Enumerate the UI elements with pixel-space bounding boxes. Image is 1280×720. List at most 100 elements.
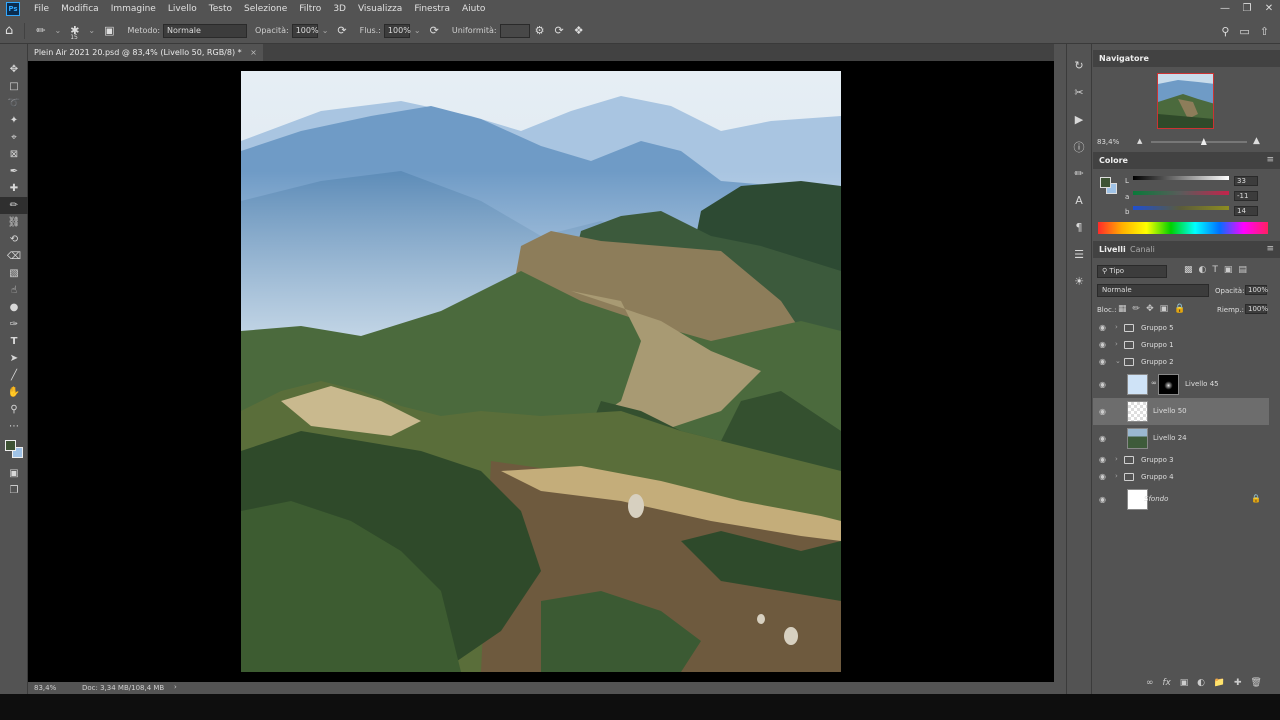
chevron-down-icon[interactable]: ⌄ [88,26,95,35]
gear-icon[interactable]: ⚙ [535,24,545,37]
lock-position-icon[interactable]: ✥ [1146,304,1154,314]
layer-row[interactable]: ◉ › Gruppo 3 [1093,452,1269,469]
lab-b-slider[interactable] [1133,206,1229,210]
layer-row[interactable]: ◉ › Gruppo 4 [1093,469,1269,486]
lab-b-field[interactable]: 14 [1234,206,1258,216]
pressure-size-icon[interactable]: ⟳ [554,24,563,37]
home-icon[interactable]: ⌂ [5,23,13,38]
visibility-eye-icon[interactable]: ◉ [1099,323,1106,332]
menu-3d[interactable]: 3D [327,4,352,14]
color-spectrum-ramp[interactable] [1098,222,1268,234]
lock-brush-icon[interactable]: ✏ [1133,304,1141,314]
menu-visualizza[interactable]: Visualizza [352,4,408,14]
search-icon[interactable]: ⚲ [1221,25,1229,38]
visibility-eye-icon[interactable]: ◉ [1099,472,1106,481]
history-icon[interactable]: ↻ [1067,52,1091,79]
foreground-color-swatch[interactable] [5,440,16,451]
menu-modifica[interactable]: Modifica [55,4,105,14]
adjustments-icon[interactable]: ☰ [1067,241,1091,268]
painting-canvas[interactable] [241,71,841,672]
brush-tool-preset-icon[interactable]: ✏ [36,24,45,37]
layer-row[interactable]: ◉ › Gruppo 1 [1093,337,1269,354]
actions-play-icon[interactable]: ▶ [1067,106,1091,133]
brushes-icon[interactable]: ✏ [1067,160,1091,187]
airbrush-icon[interactable]: ⟳ [430,24,439,37]
layer-filter-select[interactable]: ⚲ Tipo [1097,265,1167,278]
lasso-tool-icon[interactable]: ➰ [0,95,28,112]
visibility-eye-icon[interactable]: ◉ [1099,357,1106,366]
navigator-thumbnail[interactable] [1157,73,1214,129]
layer-row[interactable]: ◉ › Gruppo 5 [1093,320,1269,337]
opacity-field[interactable]: 100% [291,23,319,38]
add-mask-icon[interactable]: ▣ [1180,678,1189,688]
visibility-eye-icon[interactable]: ◉ [1099,495,1106,504]
type-tool-icon[interactable]: T [0,333,28,350]
restore-icon[interactable]: ❐ [1236,0,1258,18]
gradient-tool-icon[interactable]: ▧ [0,265,28,282]
menu-filtro[interactable]: Filtro [293,4,327,14]
history-brush-icon[interactable]: ⟲ [0,231,28,248]
tool-presets-icon[interactable]: ✂ [1067,79,1091,106]
brush-size-icon[interactable]: ✱ 15 [70,24,79,41]
chevron-down-icon[interactable]: ⌄ [414,26,421,35]
healing-tool-icon[interactable]: ✚ [0,180,28,197]
chevron-down-icon[interactable]: ⌄ [1115,357,1121,365]
panel-menu-icon[interactable]: ≡ [1266,241,1274,258]
delete-layer-icon[interactable]: 🗑 [1250,678,1261,688]
brush-tool-icon[interactable]: ✏ [0,197,28,214]
menu-immagine[interactable]: Immagine [105,4,162,14]
screen-mode-icon[interactable]: ❐ [0,482,28,499]
layer-style-icon[interactable]: fx [1162,678,1171,688]
chevron-right-icon[interactable]: › [1115,472,1118,480]
filter-shape-icon[interactable]: ▣ [1224,265,1233,275]
chevron-right-icon[interactable]: › [1115,455,1118,463]
link-layers-icon[interactable]: ∞ [1146,678,1154,688]
filter-smart-icon[interactable]: ▤ [1238,265,1247,275]
quick-mask-icon[interactable]: ▣ [0,465,28,482]
chevron-right-icon[interactable]: › [1115,340,1118,348]
flow-field[interactable]: 100% [383,23,411,38]
lock-artboard-icon[interactable]: ▣ [1160,304,1169,314]
filter-type-icon[interactable]: T [1212,265,1218,275]
visibility-eye-icon[interactable]: ◉ [1099,434,1106,443]
visibility-eye-icon[interactable]: ◉ [1099,380,1106,389]
zoom-in-icon[interactable]: ▲ [1253,136,1260,146]
visibility-eye-icon[interactable]: ◉ [1099,455,1106,464]
styles-icon[interactable]: ☀ [1067,268,1091,295]
menu-testo[interactable]: Testo [203,4,238,14]
navigator-zoom-value[interactable]: 83,4% [1097,138,1119,146]
line-tool-icon[interactable]: ╱ [0,367,28,384]
stamp-tool-icon[interactable]: ⛓ [0,214,28,231]
layer-mask-thumbnail[interactable] [1158,374,1179,395]
close-tab-icon[interactable]: × [250,48,257,57]
close-window-icon[interactable]: ✕ [1258,0,1280,18]
color-swatches[interactable] [0,435,28,465]
navigator-zoom-slider[interactable] [1151,141,1247,143]
fill-field[interactable]: 100% [1245,304,1268,314]
symmetry-icon[interactable]: ❖ [574,24,584,37]
crop-tool-icon[interactable]: ⌖ [0,129,28,146]
blend-mode-select[interactable]: Normale [1097,284,1209,297]
hand-tool-icon[interactable]: ✋ [0,384,28,401]
panel-menu-icon[interactable]: ≡ [1266,152,1274,169]
document-tab[interactable]: Plein Air 2021 20.psd @ 83,4% (Livello 5… [28,44,263,61]
info-icon[interactable]: ⓘ [1067,133,1091,160]
adjustment-layer-icon[interactable]: ◐ [1197,678,1205,688]
layer-row[interactable]: ◉ Livello 24 [1093,425,1269,452]
zoom-out-icon[interactable]: ▲ [1137,137,1142,145]
chevron-right-icon[interactable]: › [1115,323,1118,331]
marquee-tool-icon[interactable]: □ [0,78,28,95]
status-arrow-icon[interactable]: › [174,683,177,691]
lab-l-field[interactable]: 33 [1234,176,1258,186]
brush-settings-icon[interactable]: ▣ [104,24,114,37]
menu-livello[interactable]: Livello [162,4,203,14]
eyedropper-tool-icon[interactable]: ✒ [0,163,28,180]
layer-row[interactable]: ◉ Sfondo 🔒 [1093,486,1269,513]
minimize-icon[interactable]: — [1214,0,1236,18]
more-tools-icon[interactable]: ⋯ [0,418,28,435]
link-icon[interactable]: ∞ [1151,379,1157,387]
path-select-tool-icon[interactable]: ➤ [0,350,28,367]
layer-row[interactable]: ◉ ∞ Livello 45 [1093,371,1269,398]
filter-pixel-icon[interactable]: ▩ [1184,265,1193,275]
tab-channels[interactable]: Canali [1130,241,1155,258]
